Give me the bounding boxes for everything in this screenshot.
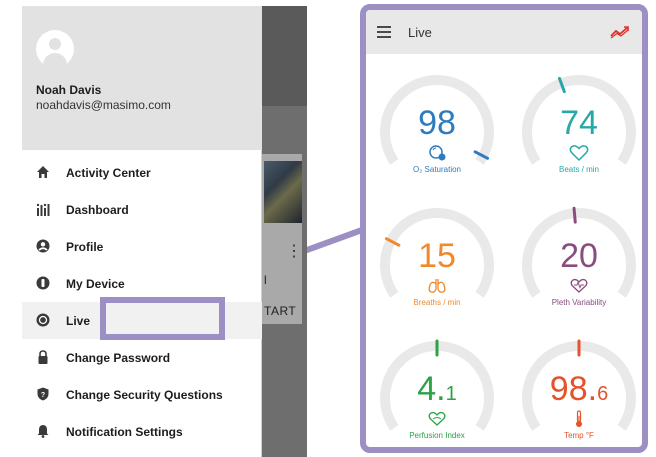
gauge-label: Breaths / min (413, 298, 461, 307)
background-card-image (264, 161, 302, 223)
gauge-o2-saturation[interactable]: 98 O₂ Saturation (374, 70, 500, 188)
menu-item-label: Change Security Questions (66, 387, 223, 402)
gauge-breaths-per-min[interactable]: 15 Breaths / min (374, 203, 500, 321)
menu-item-label: Profile (66, 239, 104, 254)
background-card-text: l (264, 273, 267, 287)
gauge-perfusion-index[interactable]: 4.1 Perfusion Index (374, 336, 500, 447)
dashboard-icon (36, 203, 50, 216)
gauge-label: O₂ Saturation (412, 165, 462, 174)
menu-item-label: My Device (66, 276, 125, 291)
live-icon (36, 313, 50, 327)
menu-item-notification-settings[interactable]: Notification Settings (22, 413, 262, 450)
drawer-header: Noah Davis noahdavis@masimo.com (22, 6, 262, 150)
gauge-value: 20 (560, 237, 598, 275)
gauge-label: Pleth Variability (551, 298, 607, 307)
page-title: Live (408, 25, 432, 40)
gauge-value: 74 (560, 104, 598, 142)
gauge-value: 98.6 (549, 370, 609, 408)
gauge-temp[interactable]: 98.6 Temp °F (516, 336, 642, 447)
perfusion-heart-icon (428, 411, 446, 426)
gauge-pleth-variability[interactable]: 20 Pleth Variability (516, 203, 642, 321)
home-icon (37, 166, 49, 178)
gauge-value: 15 (418, 237, 456, 275)
live-highlight-callout (100, 297, 225, 340)
heart-icon (569, 145, 589, 162)
gauge-label: Perfusion Index (409, 431, 465, 440)
gauge-value: 98 (418, 104, 456, 142)
menu-icon[interactable] (377, 26, 391, 38)
live-topbar: Live (366, 10, 642, 54)
device-icon (36, 276, 50, 290)
menu-item-change-security-questions[interactable]: ? Change Security Questions (22, 376, 262, 413)
gauge-beats-per-min[interactable]: 74 Beats / min (516, 70, 642, 188)
gauge-label: Temp °F (564, 431, 594, 440)
avatar[interactable] (36, 30, 74, 68)
oxygen-icon (429, 145, 446, 161)
menu-item-dashboard[interactable]: Dashboard (22, 191, 262, 228)
thermometer-icon (576, 410, 582, 427)
menu-item-label: Live (66, 313, 91, 328)
menu-item-activity-center[interactable]: Activity Center (22, 154, 262, 191)
menu-item-profile[interactable]: Profile (22, 228, 262, 265)
shield-question-icon: ? (37, 387, 49, 401)
pleth-heart-icon (570, 278, 588, 293)
user-name: Noah Davis (36, 83, 102, 97)
menu-item-label: Dashboard (66, 202, 129, 217)
lungs-icon (428, 279, 446, 293)
navigation-drawer: Noah Davis noahdavis@masimo.com Activity… (22, 6, 262, 457)
more-options-icon: ⋮ (286, 243, 302, 260)
background-topbar (262, 6, 307, 106)
navigation-screen: ⋮ l TART Noah Davis noahdavis@masimo.com… (22, 6, 307, 457)
menu-item-label: Activity Center (66, 165, 151, 180)
gauge-needle (572, 206, 577, 224)
background-start-button: TART (264, 304, 297, 318)
gauge-value: 4.1 (417, 370, 457, 408)
menu-item-change-password[interactable]: Change Password (22, 339, 262, 376)
bell-icon (37, 425, 49, 438)
user-email: noahdavis@masimo.com (36, 98, 171, 112)
svg-text:?: ? (41, 392, 45, 399)
trend-icon[interactable] (610, 25, 630, 39)
menu-item-label: Notification Settings (66, 424, 183, 439)
live-screen: Live 98 O₂ Saturation 74 Beats / min 15 (360, 4, 648, 453)
gauge-label: Beats / min (558, 165, 599, 174)
menu-item-label: Change Password (66, 350, 171, 365)
lock-icon (38, 350, 48, 364)
profile-icon (36, 239, 50, 253)
